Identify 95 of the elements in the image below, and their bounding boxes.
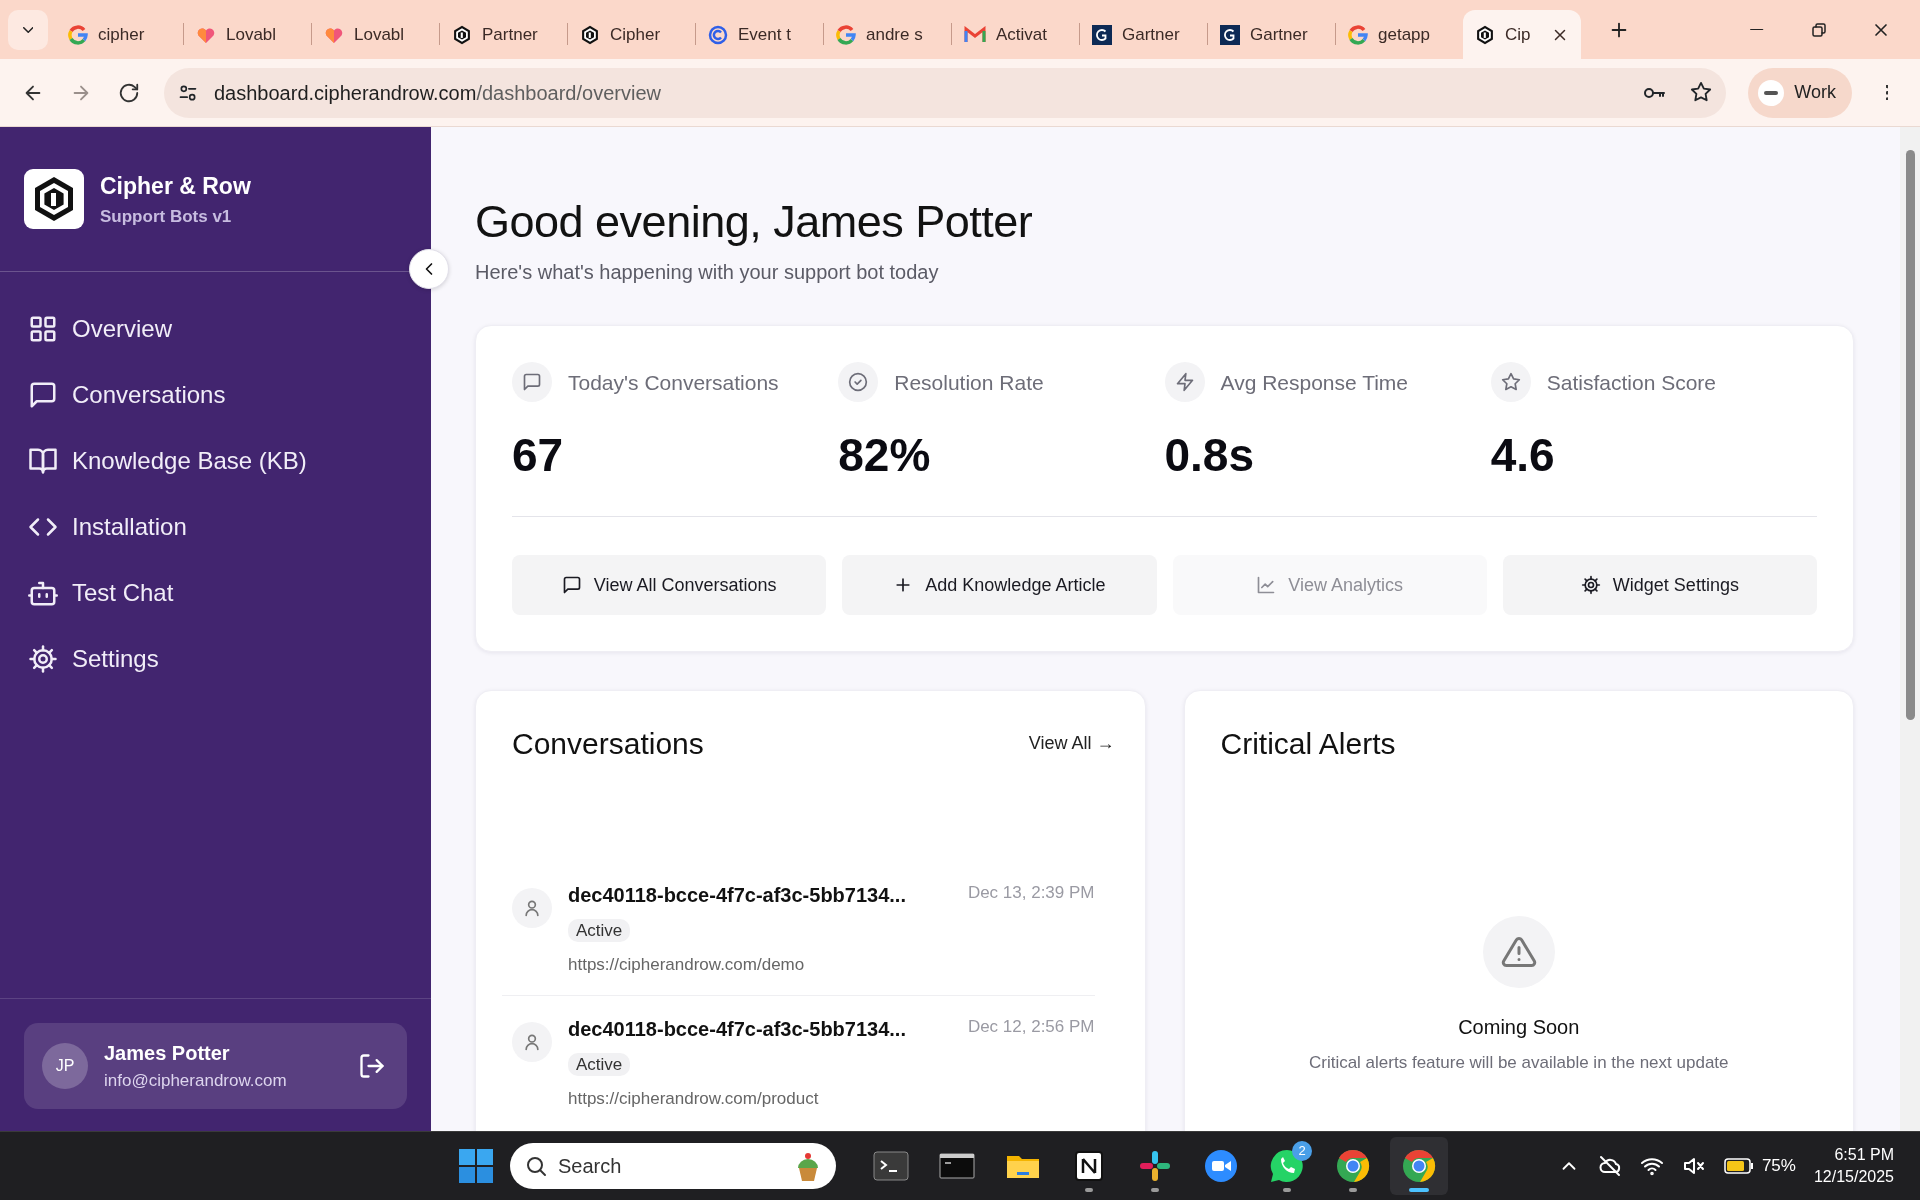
stat-value: 82% xyxy=(838,432,932,479)
profile-button[interactable]: Work xyxy=(1748,67,1852,118)
conversation-url: https://cipherandrow.com/demo xyxy=(568,953,806,976)
empty-state-message: Critical alerts feature will be available in the next update xyxy=(1308,1052,1729,1075)
nav-item[interactable]: Installation xyxy=(4,494,427,561)
person-icon xyxy=(522,898,542,919)
person-icon xyxy=(522,1032,542,1053)
conversation-id: dec40118-bcce-4f7c-af3c-5bb7134... xyxy=(568,1017,906,1043)
chat-icon xyxy=(28,380,58,411)
browser-tab[interactable]: Cip xyxy=(1463,10,1581,59)
browser-tab[interactable]: Event t xyxy=(696,10,823,59)
square-icon xyxy=(1092,24,1112,45)
nav-item[interactable]: Settings xyxy=(4,626,427,693)
stat-value: 4.6 xyxy=(1490,432,1556,479)
browser-tab[interactable]: andre s xyxy=(824,10,951,59)
colored-ring-icon xyxy=(68,24,88,45)
chevron-down-icon xyxy=(22,26,34,33)
hexagon-icon xyxy=(1475,24,1495,45)
greeting-subtitle: Here's what's happening with your support bot today xyxy=(475,260,940,286)
logout-icon xyxy=(358,1051,386,1080)
square-icon xyxy=(1220,24,1240,45)
check-circle-icon xyxy=(848,372,869,393)
restore-icon xyxy=(1810,20,1828,39)
stat-value: 67 xyxy=(512,432,565,479)
chat-icon xyxy=(561,575,582,596)
stat-value: 0.8s xyxy=(1164,432,1256,479)
action-button[interactable]: View All Conversations xyxy=(512,555,827,616)
ring-icon xyxy=(708,24,728,45)
nav-item[interactable]: Conversations xyxy=(4,362,427,429)
empty-state-title: Coming Soon xyxy=(1458,1015,1580,1041)
browser-tab[interactable]: Lovabl xyxy=(184,10,311,59)
star-icon xyxy=(1500,372,1521,393)
gear-icon xyxy=(1580,575,1601,596)
four-squares-icon xyxy=(458,1147,494,1184)
stat-label: Today's Conversations xyxy=(568,369,779,396)
action-button[interactable]: Widget Settings xyxy=(1502,555,1817,616)
menu-icon xyxy=(1885,84,1889,101)
browser-tab[interactable]: Cipher xyxy=(568,10,695,59)
hexagon-icon xyxy=(452,24,472,45)
cloud-off-icon[interactable] xyxy=(1597,1153,1622,1178)
card-title: Critical Alerts xyxy=(1220,726,1397,763)
browser-tab[interactable]: getapp xyxy=(1336,10,1463,59)
browser-tab[interactable]: Partner xyxy=(440,10,567,59)
user-card[interactable]: JP James Potter info@cipherandrow.com xyxy=(24,1022,407,1109)
taskbar-app[interactable] xyxy=(1390,1136,1448,1195)
user-avatar: JP xyxy=(42,1042,88,1089)
envelope-icon xyxy=(964,25,986,44)
notification-badge: 2 xyxy=(1292,1140,1312,1161)
clock[interactable]: 6:51 PM 12/15/2025 xyxy=(1813,1144,1894,1188)
nav-item[interactable]: Knowledge Base (KB) xyxy=(4,428,427,495)
colored-ring-icon xyxy=(1348,24,1368,45)
conversation-url: https://cipherandrow.com/product xyxy=(568,1087,820,1110)
grid-icon xyxy=(28,314,58,345)
browser-tab[interactable]: Activat xyxy=(952,10,1079,59)
chat-icon xyxy=(522,372,542,393)
status-badge: Active xyxy=(568,919,631,943)
conversation-item[interactable]: dec40118-bcce-4f7c-af3c-5bb7134... Dec 12, 2:56 PM Active https://cipherandrow.com/product xyxy=(502,995,1095,1130)
stat-label: Avg Response Time xyxy=(1220,369,1409,396)
conversation-time: Dec 12, 2:56 PM xyxy=(967,1016,1095,1039)
address-bar[interactable]: dashboard.cipherandrow.com/dashboard/overview xyxy=(164,67,1727,118)
avatar-icon xyxy=(1758,79,1785,106)
star-icon xyxy=(1690,80,1713,103)
brand-subtitle: Support Bots v1 xyxy=(100,205,233,228)
chart-icon xyxy=(1256,575,1277,596)
status-badge: Active xyxy=(568,1053,631,1077)
scrollbar[interactable] xyxy=(1900,127,1920,1131)
reload-icon xyxy=(118,81,140,104)
view-all-link[interactable]: View All → xyxy=(1028,730,1115,758)
greeting-title: Good evening, James Potter xyxy=(475,195,1034,250)
nav-item[interactable]: Test Chat xyxy=(4,560,427,627)
stat-label: Satisfaction Score xyxy=(1546,369,1716,396)
browser-tab[interactable]: cipher xyxy=(56,10,183,59)
conversation-time: Dec 13, 2:39 PM xyxy=(967,882,1095,905)
nav-item[interactable]: Overview xyxy=(4,296,427,363)
battery-percent: 75% xyxy=(1761,1155,1796,1178)
brand-name: Cipher & Row xyxy=(100,172,251,202)
minimize-icon xyxy=(1750,28,1764,31)
taskbar-search[interactable]: Search xyxy=(510,1142,836,1189)
browser-tab[interactable]: Gartner xyxy=(1208,10,1335,59)
action-button[interactable]: Add Knowledge Article xyxy=(842,555,1157,616)
url-text: dashboard.cipherandrow.com/dashboard/overview xyxy=(214,80,661,106)
user-name: James Potter xyxy=(104,1040,231,1066)
conversation-id: dec40118-bcce-4f7c-af3c-5bb7134... xyxy=(568,883,906,909)
browser-tab[interactable]: Gartner xyxy=(1080,10,1207,59)
hexagon-icon xyxy=(580,24,600,45)
lightning-icon xyxy=(1174,372,1195,393)
gear-icon xyxy=(28,644,58,675)
colored-ring-icon xyxy=(836,24,856,45)
battery-icon[interactable] xyxy=(1723,1157,1754,1174)
user-email: info@cipherandrow.com xyxy=(104,1069,288,1092)
collapse-button[interactable] xyxy=(409,249,449,290)
conversation-item[interactable]: dec40118-bcce-4f7c-af3c-5bb7134... Dec 13, 2:39 PM Active https://cipherandrow.com/demo xyxy=(512,862,1095,996)
browser-tab[interactable]: Lovabl xyxy=(312,10,439,59)
stat-label: Resolution Rate xyxy=(894,369,1044,396)
card-title: Conversations xyxy=(512,726,704,763)
